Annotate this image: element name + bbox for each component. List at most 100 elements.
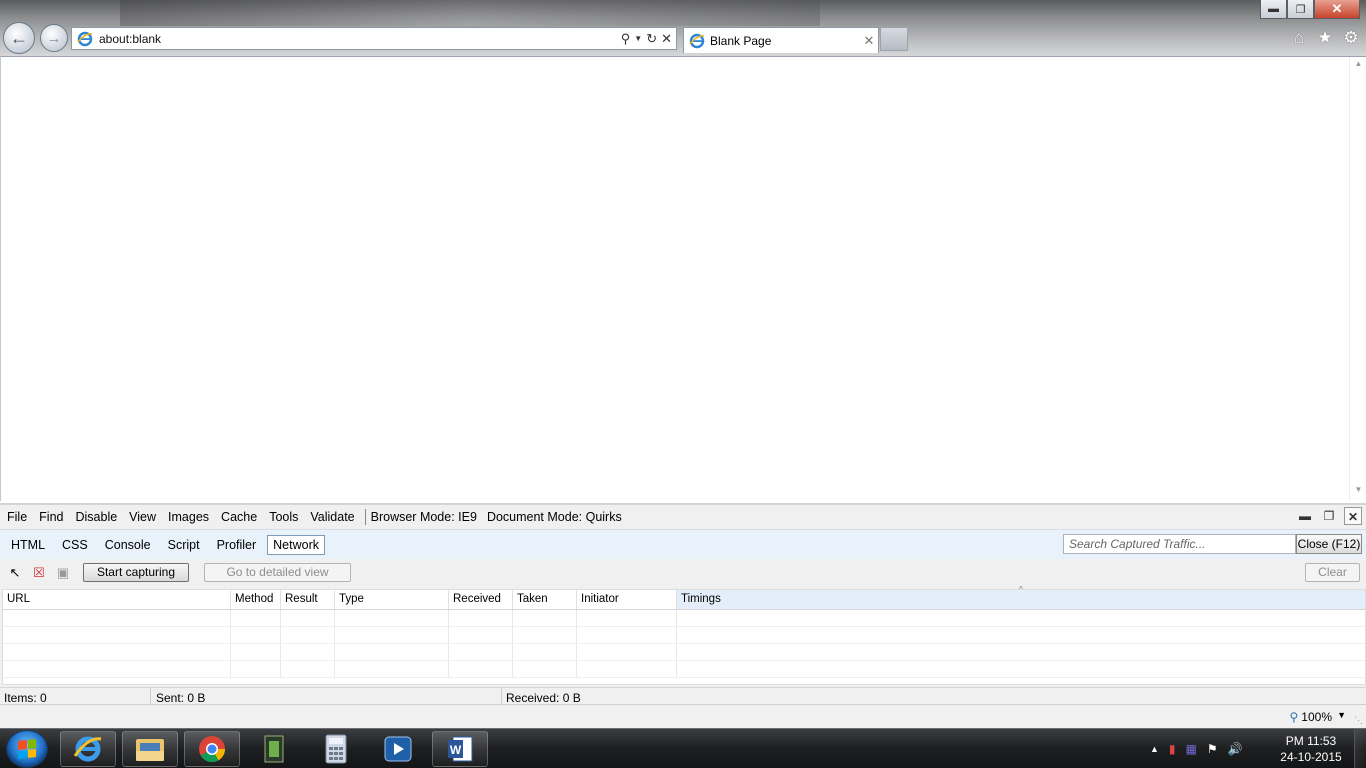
menu-cache[interactable]: Cache xyxy=(216,510,262,524)
column-received[interactable]: Received xyxy=(449,590,513,609)
browser-tab-blank-page[interactable]: Blank Page ✕ xyxy=(683,27,879,53)
tab-css[interactable]: CSS xyxy=(56,535,94,555)
refresh-icon[interactable]: ↻ xyxy=(646,31,657,47)
stop-icon[interactable]: ✕ xyxy=(661,31,672,47)
document-mode-label: Document Mode: xyxy=(486,510,583,524)
windows-taskbar: W ▲ ▮ ▦ ⚑ 🔊 PM 11:53 24-10-2015 xyxy=(0,728,1366,768)
tab-close-icon[interactable]: ✕ xyxy=(860,33,878,49)
menu-tools[interactable]: Tools xyxy=(264,510,303,524)
close-window-button[interactable]: ✕ xyxy=(1314,0,1360,19)
system-clock[interactable]: PM 11:53 24-10-2015 xyxy=(1274,733,1348,765)
volume-icon[interactable]: 🔊 xyxy=(1228,742,1243,756)
back-button[interactable]: ← xyxy=(3,22,35,54)
network-signal-icon[interactable]: ▮ xyxy=(1169,742,1176,756)
document-mode-value: Quirks xyxy=(585,510,622,524)
devtools-tabbar: HTML CSS Console Script Profiler Network… xyxy=(0,529,1366,559)
menu-find[interactable]: Find xyxy=(34,510,68,524)
dropdown-arrow-icon[interactable]: ▼ xyxy=(634,34,642,43)
column-method[interactable]: Method xyxy=(231,590,281,609)
close-f12-button[interactable]: Close (F12) xyxy=(1296,534,1362,554)
content-scrollbar[interactable]: ▲ ▼ xyxy=(1349,57,1366,501)
forward-arrow-icon: → xyxy=(46,29,62,47)
page-content-area: ▲ ▼ xyxy=(0,56,1366,501)
devtools-minimize-icon[interactable]: ▬ xyxy=(1296,507,1314,525)
column-result[interactable]: Result xyxy=(281,590,335,609)
start-button[interactable] xyxy=(6,730,48,768)
tab-html[interactable]: HTML xyxy=(5,535,51,555)
browser-titlebar: ▬ ❐ ✕ ← → about:blank ⚲ ▼ ↻ ✕ Blank Page… xyxy=(0,0,1366,56)
clock-date: 24-10-2015 xyxy=(1280,750,1342,764)
column-url[interactable]: URL xyxy=(3,590,231,609)
column-type[interactable]: Type xyxy=(335,590,449,609)
menu-separator xyxy=(364,509,366,525)
browser-mode-value: IE9 xyxy=(458,510,477,524)
document-mode-menu[interactable]: Document Mode: Quirks xyxy=(487,510,622,524)
column-initiator[interactable]: Initiator xyxy=(577,590,677,609)
export-icon[interactable]: ▣ xyxy=(54,564,72,582)
column-timings[interactable]: Timings ^ xyxy=(677,585,1365,609)
table-row xyxy=(3,627,1365,644)
zoom-control[interactable]: ⚲ 100% xyxy=(1290,710,1333,724)
favorites-star-icon[interactable]: ★ xyxy=(1316,28,1334,48)
menu-file[interactable]: File xyxy=(2,510,32,524)
taskbar-google-chrome[interactable] xyxy=(184,731,240,767)
show-hidden-icons-icon[interactable]: ▲ xyxy=(1150,744,1159,754)
gear-icon[interactable]: ⚙ xyxy=(1342,28,1360,48)
minimize-button[interactable]: ▬ xyxy=(1260,0,1287,19)
home-icon[interactable]: ⌂ xyxy=(1290,28,1308,48)
taskbar-microsoft-word[interactable]: W xyxy=(432,731,488,767)
ie-tab-icon xyxy=(689,33,705,48)
browser-tools: ⌂ ★ ⚙ xyxy=(1290,28,1360,48)
forward-button[interactable]: → xyxy=(40,24,68,52)
devtools-close-icon[interactable]: ✕ xyxy=(1344,507,1362,525)
tray-app-icon[interactable]: ▦ xyxy=(1186,742,1197,756)
menu-disable[interactable]: Disable xyxy=(70,510,122,524)
window-controls: ▬ ❐ ✕ xyxy=(1260,0,1360,19)
action-center-flag-icon[interactable]: ⚑ xyxy=(1207,742,1218,756)
detailed-view-button[interactable]: Go to detailed view xyxy=(204,563,351,582)
devtools-menubar: File Find Disable View Images Cache Tool… xyxy=(0,505,1366,529)
browser-mode-menu[interactable]: Browser Mode: IE9 xyxy=(371,510,477,524)
table-header: URL Method Result Type Received Taken In… xyxy=(3,585,1365,610)
show-desktop-button[interactable] xyxy=(1354,729,1366,768)
clear-button[interactable]: Clear xyxy=(1305,563,1360,582)
restore-icon: ❐ xyxy=(1295,3,1306,16)
restore-button[interactable]: ❐ xyxy=(1287,0,1314,19)
sent-bytes: Sent: 0 B xyxy=(156,691,206,705)
table-row xyxy=(3,610,1365,627)
zoom-magnifier-icon: ⚲ xyxy=(1289,710,1299,724)
taskbar-internet-explorer[interactable] xyxy=(60,731,116,767)
start-capturing-button[interactable]: Start capturing xyxy=(83,563,189,582)
devtools-unpin-icon[interactable]: ❐ xyxy=(1320,507,1338,525)
tab-network[interactable]: Network xyxy=(267,534,325,555)
table-row xyxy=(3,661,1365,678)
minimize-icon: ▬ xyxy=(1268,3,1279,15)
resize-grip-icon[interactable]: ⋱ xyxy=(1354,715,1363,726)
column-timings-label: Timings xyxy=(681,593,721,605)
menu-view[interactable]: View xyxy=(124,510,161,524)
clear-cache-icon[interactable]: ☒ xyxy=(30,564,48,582)
taskbar-calculator[interactable] xyxy=(308,731,364,767)
address-url[interactable]: about:blank xyxy=(99,32,621,46)
menu-images[interactable]: Images xyxy=(163,510,214,524)
tab-profiler[interactable]: Profiler xyxy=(211,535,263,555)
tab-console[interactable]: Console xyxy=(99,535,157,555)
column-taken[interactable]: Taken xyxy=(513,590,577,609)
system-tray: ▲ ▮ ▦ ⚑ 🔊 xyxy=(1150,729,1243,768)
tab-script[interactable]: Script xyxy=(162,535,206,555)
zoom-level: 100% xyxy=(1301,710,1332,724)
search-icon[interactable]: ⚲ xyxy=(621,31,631,47)
scroll-down-icon[interactable]: ▼ xyxy=(1350,485,1366,499)
select-element-icon[interactable]: ↖ xyxy=(6,564,24,582)
play-icon xyxy=(384,736,412,762)
new-tab-button[interactable] xyxy=(880,27,908,51)
menu-validate[interactable]: Validate xyxy=(305,510,359,524)
zoom-dropdown-icon[interactable]: ▼ xyxy=(1337,710,1346,720)
taskbar-media-app[interactable] xyxy=(246,731,302,767)
address-bar[interactable]: about:blank ⚲ ▼ ↻ ✕ xyxy=(71,27,677,50)
scroll-up-icon[interactable]: ▲ xyxy=(1350,59,1366,73)
taskbar-windows-explorer[interactable] xyxy=(122,731,178,767)
internet-explorer-icon xyxy=(73,736,102,762)
taskbar-media-player[interactable] xyxy=(370,731,426,767)
search-captured-traffic-input[interactable]: Search Captured Traffic... xyxy=(1063,534,1296,554)
